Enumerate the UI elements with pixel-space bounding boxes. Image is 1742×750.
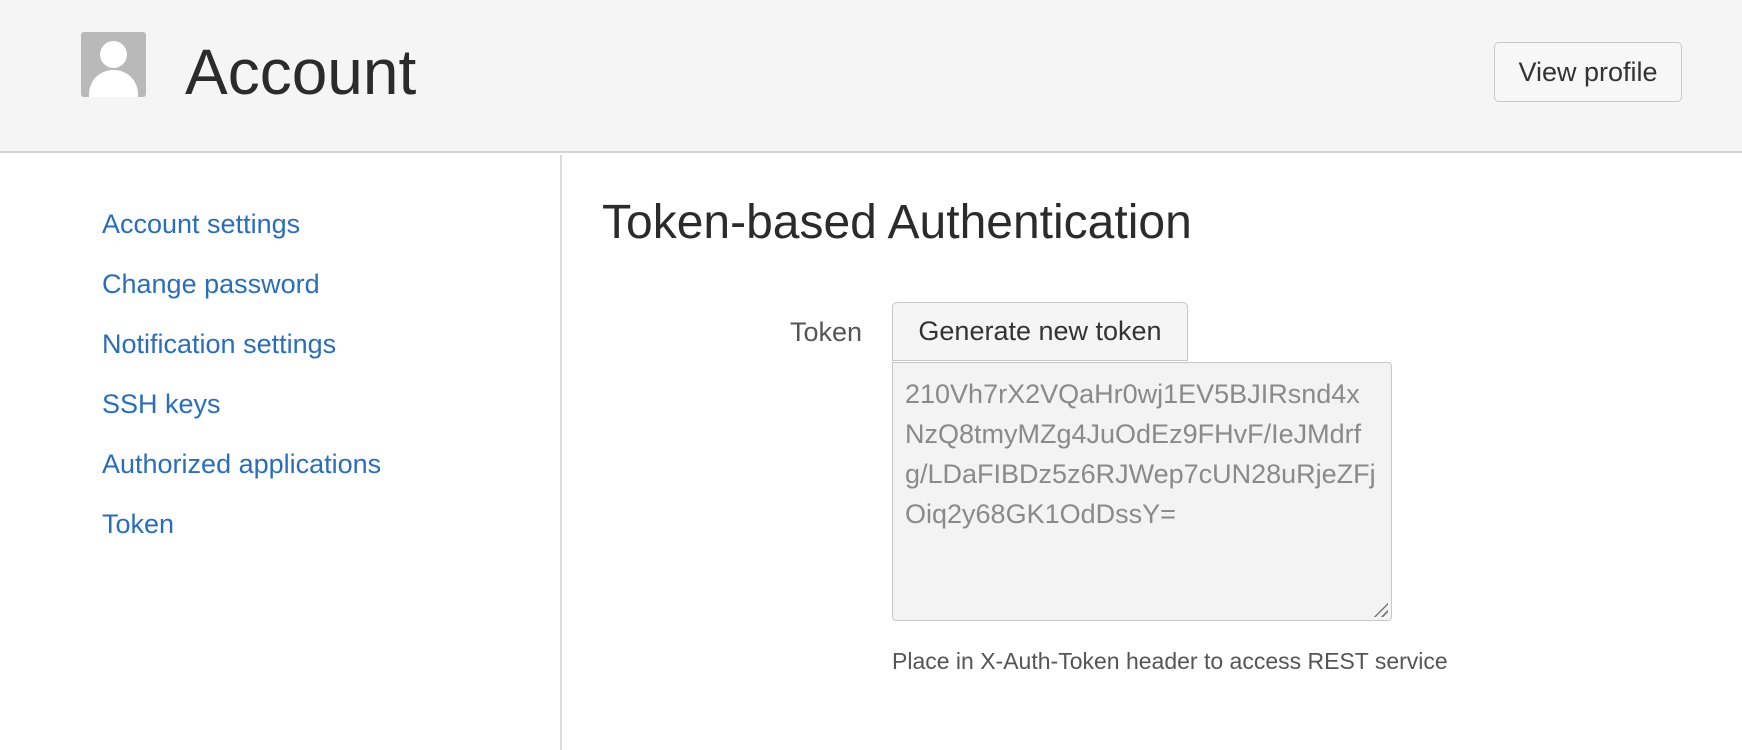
sidebar-item-account-settings[interactable]: Account settings — [102, 200, 381, 260]
account-sidebar: Account settings Change password Notific… — [102, 200, 381, 560]
sidebar-item-notification-settings[interactable]: Notification settings — [102, 320, 381, 380]
sidebar-item-authorized-applications[interactable]: Authorized applications — [102, 440, 381, 500]
token-textarea[interactable]: 210Vh7rX2VQaHr0wj1EV5BJIRsnd4xNzQ8tmyMZg… — [892, 362, 1392, 621]
sidebar-divider — [560, 155, 562, 750]
resize-handle-icon[interactable] — [1372, 601, 1388, 617]
token-help-text: Place in X-Auth-Token header to access R… — [892, 648, 1448, 674]
token-field-label: Token — [789, 317, 862, 347]
generate-new-token-button[interactable]: Generate new token — [892, 302, 1188, 361]
avatar-body-shape — [89, 70, 138, 97]
sidebar-item-token[interactable]: Token — [102, 500, 381, 560]
page-title: Account — [185, 36, 417, 108]
view-profile-button[interactable]: View profile — [1494, 42, 1682, 102]
sidebar-item-change-password[interactable]: Change password — [102, 260, 381, 320]
sidebar-item-ssh-keys[interactable]: SSH keys — [102, 380, 381, 440]
account-header: Account View profile — [0, 0, 1742, 153]
avatar-head-shape — [100, 41, 127, 68]
avatar-icon[interactable] — [81, 32, 146, 97]
section-title: Token-based Authentication — [602, 196, 1192, 249]
